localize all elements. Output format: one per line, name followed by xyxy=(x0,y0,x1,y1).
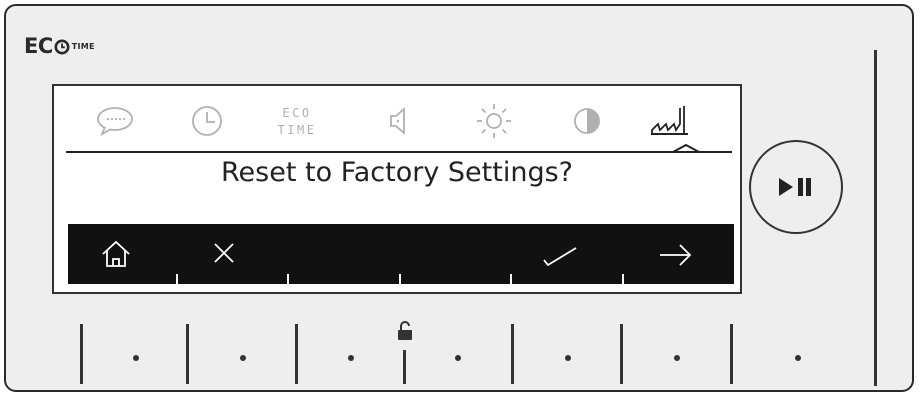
key-separator-lock xyxy=(403,350,406,384)
eco-time-line1: ECO xyxy=(282,106,311,120)
lock-icon xyxy=(398,321,412,340)
close-icon[interactable] xyxy=(204,236,244,272)
softkey-divider xyxy=(399,274,401,284)
softkey-divider xyxy=(287,274,289,284)
softkey-divider xyxy=(176,274,178,284)
menu-icon-row: ECO TIME xyxy=(54,86,740,150)
key-separator xyxy=(730,324,733,384)
speech-bubble-icon[interactable] xyxy=(94,100,136,142)
factory-icon[interactable] xyxy=(648,100,690,142)
key-separator xyxy=(620,324,623,384)
check-icon[interactable] xyxy=(540,236,580,272)
brand-eco-text: EC xyxy=(24,34,53,58)
key-6-button[interactable] xyxy=(674,355,680,361)
clock-icon[interactable] xyxy=(186,100,228,142)
softkey-divider xyxy=(510,274,512,284)
clock-o-icon xyxy=(54,39,70,54)
brand-logo: EC TIME xyxy=(24,36,95,57)
play-pause-button[interactable] xyxy=(749,140,843,234)
arrow-right-icon[interactable] xyxy=(656,236,696,272)
key-separator xyxy=(80,324,83,384)
speaker-icon[interactable] xyxy=(380,100,422,142)
side-divider xyxy=(874,50,877,386)
lcd-screen: ECO TIME Reset to Factory Settings? xyxy=(52,84,742,294)
softkey-divider xyxy=(622,274,624,284)
eco-time-icon[interactable]: ECO TIME xyxy=(276,100,318,142)
key-separator xyxy=(295,324,298,384)
key-5-button[interactable] xyxy=(565,355,571,361)
brightness-icon[interactable] xyxy=(473,100,515,142)
play-pause-icon xyxy=(779,178,811,196)
key-7-button[interactable] xyxy=(795,355,801,361)
key-3-button[interactable] xyxy=(348,355,354,361)
softkey-bar xyxy=(68,224,734,284)
reset-prompt: Reset to Factory Settings? xyxy=(221,157,573,188)
home-icon[interactable] xyxy=(96,236,136,272)
contrast-icon[interactable] xyxy=(566,100,608,142)
key-separator xyxy=(511,324,514,384)
menu-separator xyxy=(66,151,732,153)
key-4-button[interactable] xyxy=(455,355,461,361)
eco-time-line2: TIME xyxy=(278,123,317,137)
brand-time-text: TIME xyxy=(71,42,95,51)
key-2-button[interactable] xyxy=(240,355,246,361)
key-separator xyxy=(186,324,189,384)
key-1-button[interactable] xyxy=(133,355,139,361)
